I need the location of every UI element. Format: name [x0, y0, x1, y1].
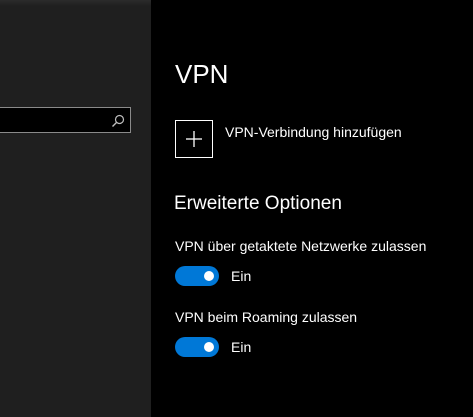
roaming-setting: Ein — [175, 337, 251, 357]
add-vpn-connection-button[interactable]: VPN-Verbindung hinzufügen — [175, 120, 402, 158]
add-vpn-connection-label[interactable]: VPN-Verbindung hinzufügen — [225, 123, 402, 141]
navigation-pane — [0, 0, 151, 417]
nav-top-edge — [0, 0, 151, 6]
toggle-knob — [204, 342, 214, 352]
search-icon[interactable] — [111, 113, 125, 127]
roaming-state: Ein — [231, 339, 252, 355]
metered-networks-toggle[interactable] — [175, 266, 219, 286]
search-input[interactable] — [0, 108, 115, 132]
roaming-label: VPN beim Roaming zulassen — [175, 309, 358, 325]
search-box[interactable] — [0, 107, 131, 133]
advanced-options-heading: Erweiterte Optionen — [174, 193, 342, 214]
roaming-toggle[interactable] — [175, 337, 219, 357]
metered-networks-label: VPN über getaktete Netzwerke zulassen — [175, 238, 427, 254]
content-pane: VPN VPN-Verbindung hinzufügen Erweiterte… — [151, 0, 473, 417]
metered-networks-state: Ein — [231, 268, 252, 284]
settings-window: VPN VPN-Verbindung hinzufügen Erweiterte… — [0, 0, 473, 417]
page-title: VPN — [175, 59, 229, 89]
toggle-knob — [204, 271, 214, 281]
metered-networks-setting: Ein — [175, 266, 251, 286]
plus-icon[interactable] — [175, 120, 213, 158]
